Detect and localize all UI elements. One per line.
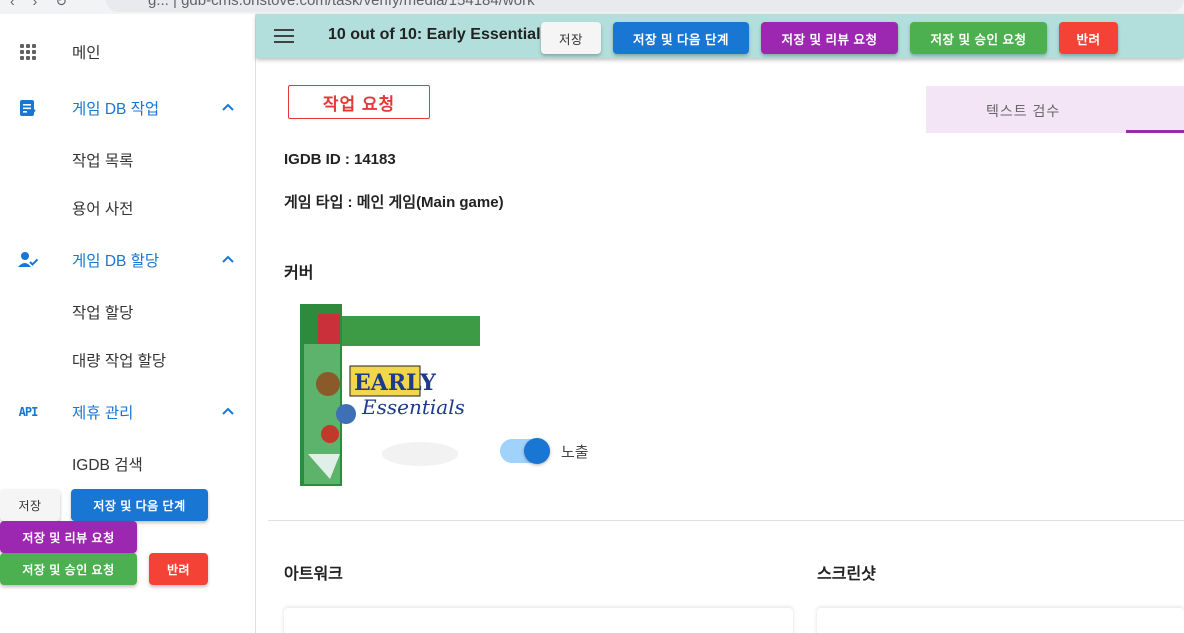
- divider: [268, 520, 1184, 521]
- sidebar-item-igdb-search[interactable]: IGDB 검색: [0, 442, 255, 486]
- chevron-up-icon[interactable]: [219, 251, 237, 269]
- screenshot-section-title: 스크린샷: [817, 566, 876, 583]
- api-icon: API: [18, 405, 39, 419]
- sidebar-item-label: 메인: [72, 45, 101, 62]
- person-check-icon: [18, 250, 38, 270]
- artwork-card: [284, 608, 793, 633]
- save-review-button[interactable]: 저장 및 리뷰 요청: [761, 22, 898, 54]
- sidebar-item-label: 용어 사전: [72, 201, 134, 218]
- sidebar-item-task-assign[interactable]: 작업 할당: [0, 290, 255, 334]
- page-title: 10 out of 10: Early Essentials: [328, 26, 550, 43]
- sidebar-group-partner[interactable]: API 제휴 관리: [0, 390, 255, 434]
- sidebar-item-label: 작업 할당: [72, 305, 134, 322]
- reject-button[interactable]: 반려: [1059, 22, 1118, 54]
- svg-text:Essentials: Essentials: [361, 395, 465, 419]
- status-badge: 작업 요청: [288, 85, 430, 119]
- reject-button[interactable]: 반려: [149, 553, 208, 585]
- cover-section-title: 커버: [284, 265, 314, 282]
- task-list-icon: [18, 98, 38, 118]
- save-approve-button[interactable]: 저장 및 승인 요청: [0, 553, 137, 585]
- save-next-button[interactable]: 저장 및 다음 단계: [613, 22, 749, 54]
- menu-icon[interactable]: [274, 29, 294, 43]
- apps-grid-icon: [18, 42, 38, 62]
- sidebar-item-main[interactable]: 메인: [0, 30, 255, 74]
- screenshot-card: [817, 608, 1184, 633]
- sidebar-item-bulk-assign[interactable]: 대량 작업 할당: [0, 338, 255, 382]
- tab-indicator: [1126, 130, 1184, 133]
- sidebar-item-task-list[interactable]: 작업 목록: [0, 138, 255, 182]
- game-type: 게임 타입 : 메인 게임(Main game): [284, 194, 504, 211]
- save-button[interactable]: 저장: [0, 489, 60, 521]
- sidebar-group-label: 게임 DB 작업: [72, 101, 160, 118]
- chevron-up-icon[interactable]: [219, 99, 237, 117]
- browser-address-strip: ‹›↻ g... | gdb-cms.onstove.com/task/veri…: [0, 0, 1184, 14]
- address-url[interactable]: g... | gdb-cms.onstove.com/task/verify/m…: [148, 0, 535, 9]
- sidebar-item-glossary[interactable]: 용어 사전: [0, 186, 255, 230]
- save-approve-button[interactable]: 저장 및 승인 요청: [910, 22, 1047, 54]
- sidebar-item-label: 대량 작업 할당: [72, 353, 167, 370]
- igdb-id: IGDB ID : 14183: [284, 151, 396, 168]
- tab-label: 텍스트 검수: [986, 103, 1061, 119]
- chevron-up-icon[interactable]: [219, 403, 237, 421]
- sidebar: 메인 게임 DB 작업 작업 목록 용어 사전 게임 DB 할당 작업 할당 대…: [0, 14, 256, 633]
- cover-image: EARLY Essentials: [300, 304, 480, 486]
- tab-text-review[interactable]: 텍스트 검수: [926, 86, 1184, 133]
- main-content: 작업 요청 텍스트 검수 IGDB ID : 14183 게임 타입 : 메인 …: [256, 58, 1184, 633]
- sidebar-group-label: 게임 DB 할당: [72, 253, 160, 270]
- sidebar-item-label: 작업 목록: [72, 153, 134, 170]
- sidebar-item-label: IGDB 검색: [72, 457, 143, 474]
- sidebar-group-label: 제휴 관리: [72, 405, 134, 422]
- sidebar-group-game-db-assign[interactable]: 게임 DB 할당: [0, 238, 255, 282]
- save-review-button[interactable]: 저장 및 리뷰 요청: [0, 521, 137, 553]
- expose-label: 노출: [561, 444, 589, 461]
- artwork-section-title: 아트워크: [284, 566, 343, 583]
- browser-nav-icons[interactable]: ‹›↻: [10, 0, 85, 10]
- expose-toggle[interactable]: [500, 438, 550, 464]
- top-app-bar: 10 out of 10: Early Essentials 저장 저장 및 다…: [256, 14, 1184, 58]
- save-next-button[interactable]: 저장 및 다음 단계: [71, 489, 208, 521]
- sidebar-group-game-db-work[interactable]: 게임 DB 작업: [0, 86, 255, 130]
- save-button[interactable]: 저장: [541, 22, 601, 54]
- svg-text:EARLY: EARLY: [354, 370, 436, 396]
